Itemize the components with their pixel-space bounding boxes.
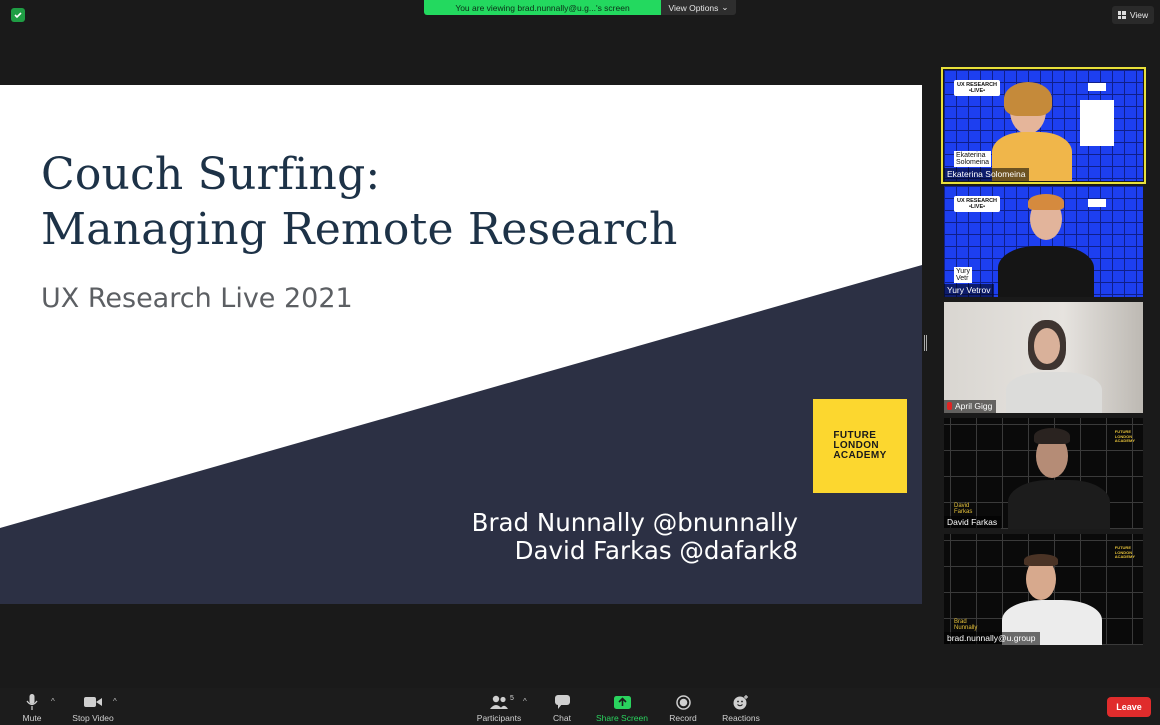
- logo-text: FUTURE LONDON ACADEMY: [833, 430, 887, 461]
- share-screen-button[interactable]: Share Screen: [594, 688, 650, 725]
- participants-options-chevron-icon[interactable]: ^: [523, 697, 527, 706]
- record-button[interactable]: Record: [667, 688, 699, 725]
- presenter-credits: Brad Nunnally @bnunnally David Farkas @d…: [472, 509, 798, 565]
- mute-button[interactable]: Mute: [14, 688, 50, 725]
- chevron-down-icon: ⌄: [721, 2, 729, 12]
- future-london-academy-mark: FUTURE LONDON ACADEMY: [1114, 545, 1135, 559]
- smiley-reaction-icon: [733, 694, 749, 710]
- view-options-label: View Options: [668, 2, 719, 13]
- panel-resize-handle[interactable]: [924, 335, 927, 351]
- slide-subtitle: UX Research Live 2021: [41, 283, 353, 314]
- future-london-academy-logo: FUTURE LONDON ACADEMY: [813, 399, 907, 493]
- view-options-dropdown[interactable]: View Options ⌄: [661, 0, 736, 15]
- microphone-icon: [26, 694, 38, 710]
- reactions-label: Reactions: [722, 713, 760, 723]
- share-screen-label: Share Screen: [596, 713, 648, 723]
- presenter-2: David Farkas @dafark8: [514, 536, 798, 565]
- participant-name-label: Yury Vetrov: [944, 284, 995, 297]
- chat-button[interactable]: Chat: [548, 688, 576, 725]
- ux-research-live-badge: UX RESEARCH •LIVE•: [954, 196, 1001, 212]
- security-shield-icon[interactable]: [11, 8, 25, 22]
- video-tile-brad[interactable]: FUTURE LONDON ACADEMY Brad Nunnally brad…: [944, 534, 1143, 645]
- view-button-label: View: [1129, 10, 1149, 20]
- video-tile-april[interactable]: April Gigg: [944, 302, 1143, 413]
- mute-label: Mute: [22, 713, 42, 723]
- stop-video-label: Stop Video: [72, 713, 114, 723]
- record-icon: [675, 694, 691, 710]
- overlay-name-text: David Farkas: [954, 503, 973, 515]
- stop-video-button[interactable]: Stop Video: [68, 688, 118, 725]
- video-tile-david[interactable]: FUTURE LONDON ACADEMY David Farkas David…: [944, 418, 1143, 529]
- presenter-1: Brad Nunnally @bnunnally: [471, 508, 798, 537]
- slide-title-line1: Couch Surfing:: [41, 149, 381, 200]
- participants-icon: [489, 694, 509, 710]
- overlay-name-text: Ekaterina Solomeina: [954, 151, 992, 167]
- meeting-toolbar: Mute ^ Stop Video ^ Participants 5 ^ Cha…: [0, 688, 1160, 725]
- leave-button[interactable]: Leave: [1107, 697, 1151, 717]
- view-button[interactable]: View: [1112, 6, 1154, 24]
- video-options-chevron-icon[interactable]: ^: [113, 697, 117, 706]
- chat-bubble-icon: [554, 694, 570, 710]
- chat-label: Chat: [553, 713, 571, 723]
- participant-name-label: brad.nunnally@u.group: [944, 632, 1040, 645]
- reactions-button[interactable]: Reactions: [719, 688, 763, 725]
- ux-research-live-badge: UX RESEARCH •LIVE•: [954, 80, 1001, 96]
- future-london-academy-mark: FUTURE LONDON ACADEMY: [1114, 429, 1135, 443]
- record-label: Record: [669, 713, 697, 723]
- video-camera-icon: [84, 694, 102, 710]
- video-tile-ekaterina[interactable]: UX RESEARCH •LIVE• Ekaterina Solomeina E…: [941, 67, 1146, 184]
- share-screen-icon: [613, 694, 631, 710]
- overlay-name-text: Brad Nunnally: [954, 619, 978, 631]
- overlay-name-text: Yury Vetr: [954, 267, 973, 283]
- video-tile-yury[interactable]: UX RESEARCH •LIVE• Yury Vetr Yury Vetrov: [944, 186, 1143, 297]
- mute-options-chevron-icon[interactable]: ^: [51, 697, 55, 706]
- participants-button[interactable]: Participants: [474, 688, 524, 725]
- shared-slide: Couch Surfing: Managing Remote Research …: [0, 85, 922, 604]
- muted-mic-icon: [947, 402, 952, 410]
- participant-name-label: David Farkas: [944, 516, 1002, 529]
- participant-name-label: April Gigg: [944, 400, 997, 413]
- participants-label: Participants: [476, 713, 522, 723]
- slide-title: Couch Surfing: Managing Remote Research: [41, 147, 678, 257]
- agenda-card: [1080, 100, 1114, 146]
- viewing-banner: You are viewing brad.nunnally@u.g...'s s…: [424, 0, 661, 15]
- slide-title-line2: Managing Remote Research: [41, 204, 678, 255]
- grid-view-icon: [1117, 11, 1126, 19]
- participant-count: 5: [510, 695, 514, 702]
- participant-name-label: Ekaterina Solomeina: [944, 168, 1030, 181]
